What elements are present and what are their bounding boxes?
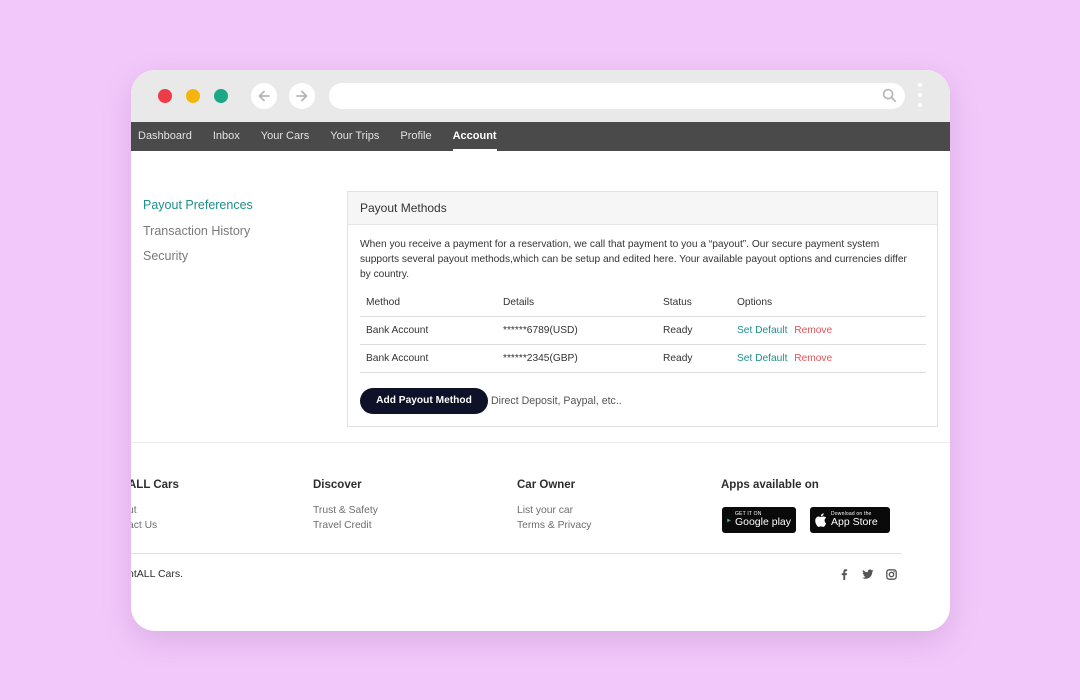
apple-icon [815,513,827,527]
copyright-text: ntALL Cars. [131,568,184,580]
footer-link-contact[interactable]: act Us [131,518,179,533]
set-default-link[interactable]: Set Default [737,325,787,336]
footer-divider [131,442,950,443]
add-payout-hint: Direct Deposit, Paypal, etc.. [491,395,622,407]
footer-link-trust-safety[interactable]: Trust & Safety [313,503,378,518]
minimize-window-button[interactable] [186,89,200,103]
set-default-link[interactable]: Set Default [737,353,787,364]
payout-methods-table: Method Details Status Options Bank Accou… [360,289,926,373]
payout-details: ******6789(USD) [503,325,578,336]
arrow-left-icon [258,90,270,102]
payout-method: Bank Account [366,353,429,364]
footer-link-list-car[interactable]: List your car [517,503,591,518]
nav-your-cars[interactable]: Your Cars [261,122,310,151]
footer-column-apps: Apps available on [721,479,819,503]
footer-heading: Discover [313,479,362,491]
table-row: Bank Account ******2345(GBP) Ready Set D… [360,345,926,373]
sidebar-item-transaction-history[interactable]: Transaction History [143,223,253,249]
payout-status: Ready [663,325,693,336]
app-store-label: App Store [831,516,878,529]
search-icon[interactable] [882,88,897,103]
payout-options: Set Default Remove [737,317,832,345]
kebab-menu-icon[interactable] [917,83,923,109]
app-store-badge[interactable]: Download on the App Store [810,507,890,533]
panel-title: Payout Methods [348,192,937,225]
maximize-window-button[interactable] [214,89,228,103]
payout-details: ******2345(GBP) [503,353,578,364]
browser-window: Dashboard Inbox Your Cars Your Trips Pro… [131,70,950,631]
nav-account[interactable]: Account [452,122,497,151]
forward-button[interactable] [289,83,315,109]
account-sidebar: Payout Preferences Transaction History S… [143,197,253,274]
footer-column-discover: Discover Trust & Safety Travel Credit [313,479,378,533]
table-header-row: Method Details Status Options [360,289,926,317]
footer-column-car-owner: Car Owner List your car Terms & Privacy [517,479,591,533]
footer-link-terms[interactable]: Terms & Privacy [517,518,591,533]
add-payout-method-button[interactable]: Add Payout Method [360,388,488,414]
footer-bottom-divider [131,553,902,554]
footer-heading: Apps available on [721,479,819,491]
instagram-icon[interactable] [886,569,897,580]
payout-method: Bank Account [366,325,429,336]
payout-options: Set Default Remove [737,345,832,373]
nav-dashboard[interactable]: Dashboard [138,122,192,151]
address-bar[interactable] [329,83,905,109]
twitter-icon[interactable] [862,569,874,580]
footer-heading: Car Owner [517,479,576,491]
top-navigation: Dashboard Inbox Your Cars Your Trips Pro… [131,122,950,151]
remove-link[interactable]: Remove [794,325,832,336]
footer-heading: ALL Cars [131,479,179,491]
arrow-right-icon [296,90,308,102]
remove-link[interactable]: Remove [794,353,832,364]
payout-status: Ready [663,353,693,364]
footer-link-travel-credit[interactable]: Travel Credit [313,518,378,533]
column-header-status: Status [663,297,692,308]
nav-inbox[interactable]: Inbox [213,122,240,151]
google-play-badge[interactable]: GET IT ON Google play [722,507,796,533]
table-row: Bank Account ******6789(USD) Ready Set D… [360,317,926,345]
footer-link-about[interactable]: ut [131,503,179,518]
facebook-icon[interactable] [839,569,849,580]
payout-description: When you receive a payment for a reserva… [360,239,907,280]
nav-your-trips[interactable]: Your Trips [330,122,379,151]
column-header-options: Options [737,297,773,308]
payout-methods-panel: Payout Methods When you receive a paymen… [347,191,938,427]
nav-profile[interactable]: Profile [400,122,431,151]
google-play-label: Google play [734,516,791,529]
back-button[interactable] [251,83,277,109]
sidebar-item-payout-preferences[interactable]: Payout Preferences [143,197,253,223]
column-header-details: Details [503,297,535,308]
column-header-method: Method [366,297,400,308]
browser-toolbar [131,70,950,122]
footer-column-company: ALL Cars ut act Us [131,479,179,533]
sidebar-item-security[interactable]: Security [143,248,253,274]
close-window-button[interactable] [158,89,172,103]
google-play-icon [727,518,731,522]
